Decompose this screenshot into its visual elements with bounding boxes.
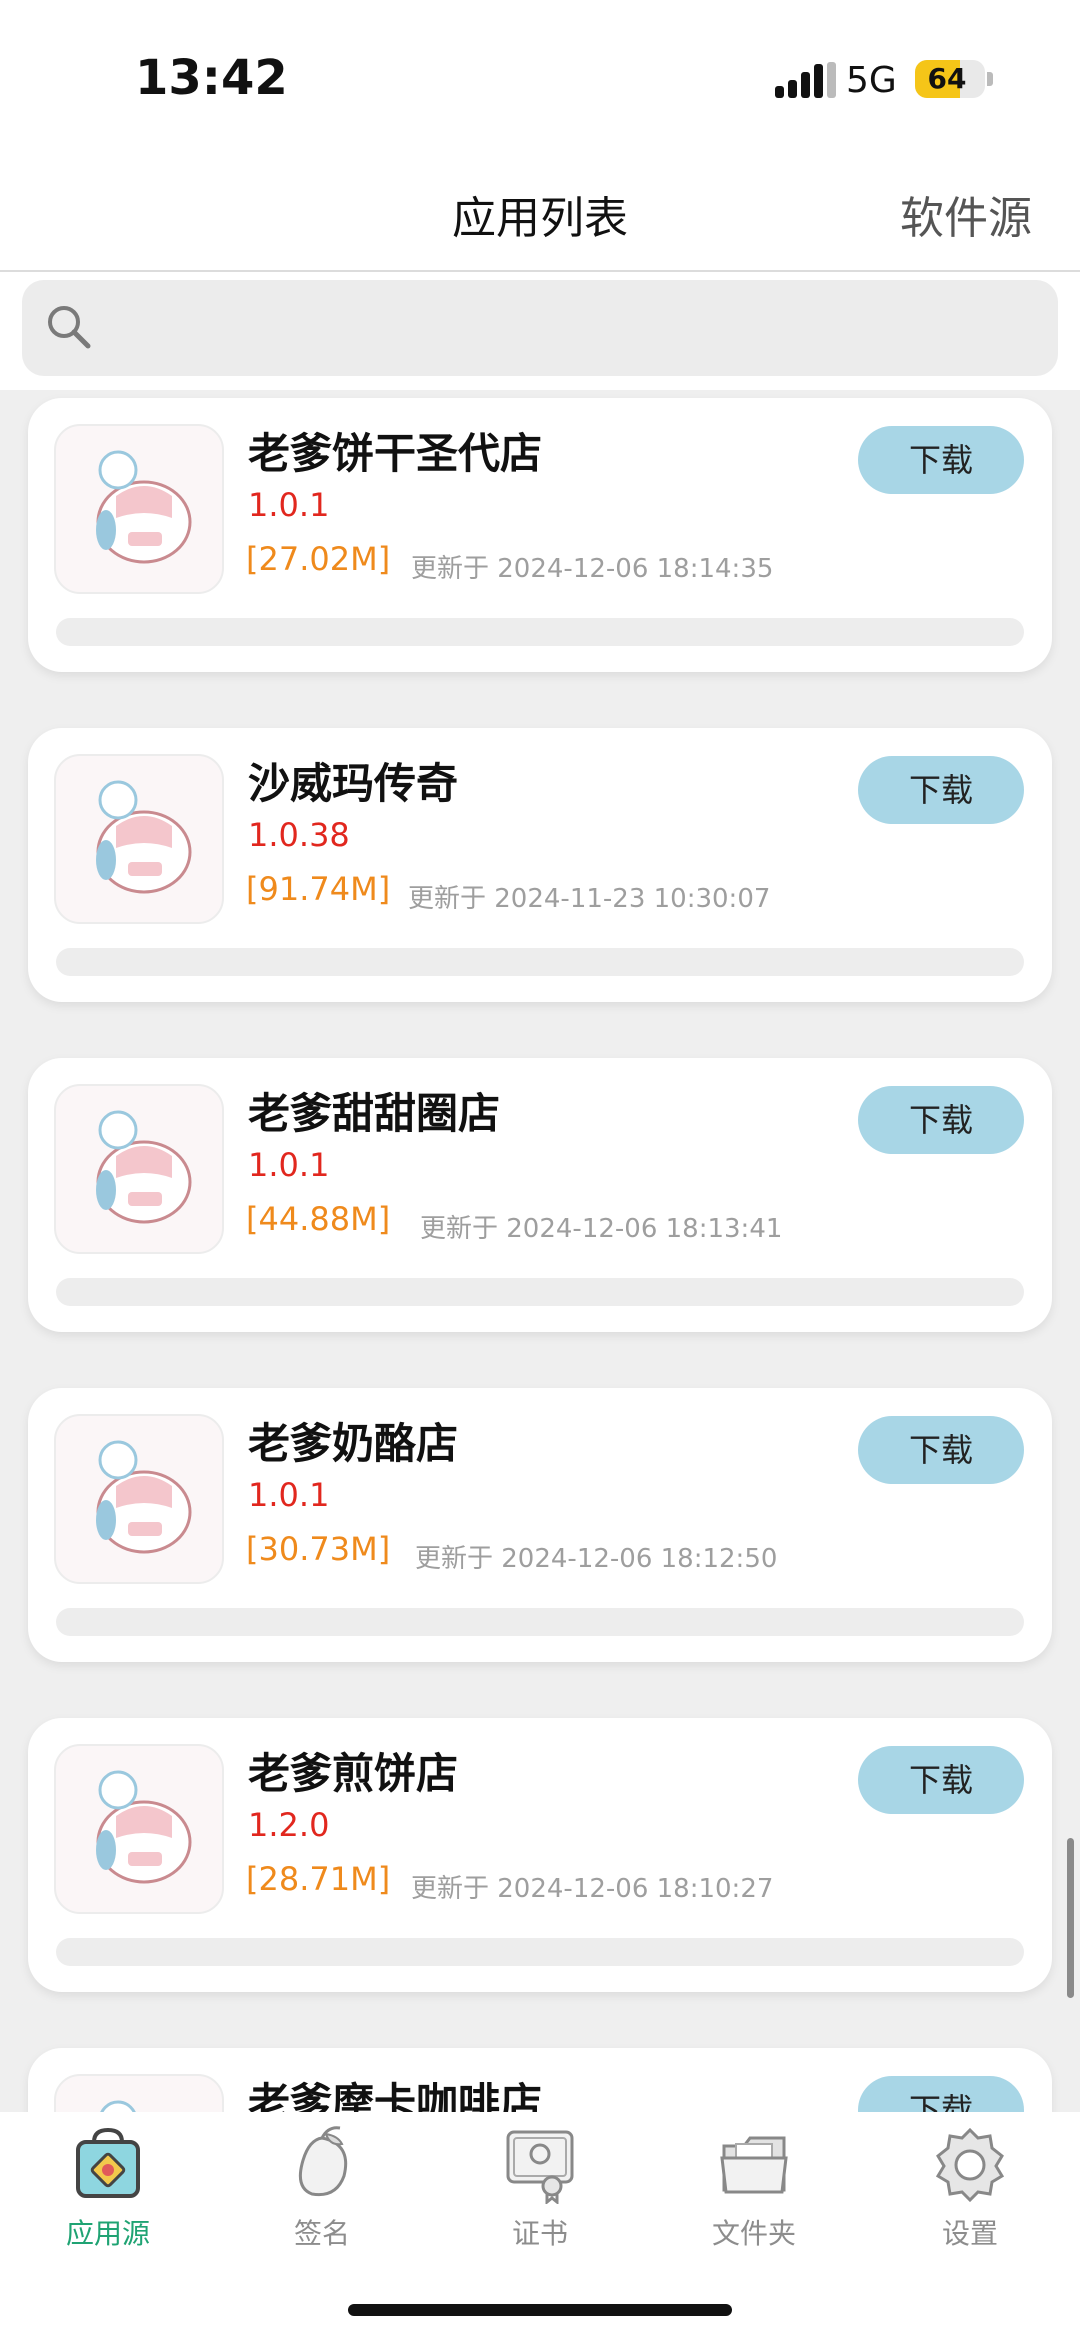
- folder-icon: [720, 2136, 788, 2194]
- download-button[interactable]: 下载: [858, 1086, 1024, 1154]
- app-updated: 更新于 2024-12-06 18:13:41: [420, 1214, 783, 1244]
- app-size: [44.88M]: [246, 1200, 391, 1238]
- app-name: 老爹摩卡咖啡店: [248, 2079, 543, 2112]
- tab-label: 应用源: [65, 2217, 150, 2250]
- signal-icon: [775, 62, 836, 98]
- tab-label: 设置: [941, 2217, 998, 2250]
- download-progress-bar: [56, 618, 1024, 646]
- tab-label: 文件夹: [711, 2217, 796, 2250]
- battery-tip: [987, 72, 993, 86]
- app-card[interactable]: 老爹摩卡咖啡店 下载: [28, 2048, 1052, 2112]
- app-updated: 更新于 2024-11-23 10:30:07: [408, 884, 771, 914]
- app-icon-bear: [54, 2074, 224, 2112]
- search-icon: [48, 306, 91, 349]
- network-type: 5G: [846, 60, 897, 101]
- download-button[interactable]: 下载: [858, 2076, 1024, 2112]
- gear-icon: [935, 2127, 1005, 2203]
- app-version: 1.0.1: [248, 486, 330, 524]
- app-size: [30.73M]: [246, 1530, 391, 1568]
- tab-certificate[interactable]: 证书: [450, 2124, 630, 2274]
- search-bar[interactable]: [22, 280, 1058, 376]
- app-name: 老爹奶酪店: [248, 1419, 459, 1468]
- app-icon-bear: [54, 424, 224, 594]
- tab-app-source[interactable]: 应用源: [18, 2124, 198, 2274]
- app-card[interactable]: 老爹甜甜圈店 1.0.1 [44.88M] 更新于 2024-12-06 18:…: [28, 1058, 1052, 1332]
- search-area: [0, 272, 1080, 390]
- download-progress-bar: [56, 1608, 1024, 1636]
- app-size: [27.02M]: [246, 540, 391, 578]
- app-card[interactable]: 老爹奶酪店 1.0.1 [30.73M] 更新于 2024-12-06 18:1…: [28, 1388, 1052, 1662]
- battery-percent: 64: [927, 62, 967, 95]
- tab-settings[interactable]: 设置: [880, 2124, 1060, 2274]
- tab-label: 证书: [511, 2217, 568, 2250]
- status-time: 13:42: [135, 50, 288, 106]
- nav-header: 应用列表 软件源: [0, 160, 1080, 272]
- battery-icon: 64: [915, 60, 985, 98]
- certificate-icon: [506, 2130, 574, 2204]
- mango-icon: [298, 2126, 348, 2197]
- tab-sign[interactable]: 签名: [232, 2124, 412, 2274]
- store-bag-icon: [76, 2127, 140, 2198]
- scroll-indicator[interactable]: [1067, 1838, 1074, 1998]
- app-icon-bear: [54, 1084, 224, 1254]
- app-updated: 更新于 2024-12-06 18:10:27: [411, 1874, 774, 1904]
- app-icon-bear: [54, 1414, 224, 1584]
- software-source-link[interactable]: 软件源: [900, 182, 1032, 246]
- download-button[interactable]: 下载: [858, 1416, 1024, 1484]
- app-icon-bear: [54, 1744, 224, 1914]
- app-size: [91.74M]: [246, 870, 391, 908]
- app-name: 老爹甜甜圈店: [248, 1089, 501, 1138]
- app-name: 老爹饼干圣代店: [248, 429, 543, 478]
- download-progress-bar: [56, 948, 1024, 976]
- download-button[interactable]: 下载: [858, 1746, 1024, 1814]
- search-input[interactable]: [112, 300, 1016, 358]
- app-card[interactable]: 沙威玛传奇 1.0.38 [91.74M] 更新于 2024-11-23 10:…: [28, 728, 1052, 1002]
- app-icon-bear: [54, 754, 224, 924]
- download-button[interactable]: 下载: [858, 756, 1024, 824]
- app-version: 1.0.38: [248, 816, 350, 854]
- app-card[interactable]: 老爹饼干圣代店 1.0.1 [27.02M] 更新于 2024-12-06 18…: [28, 398, 1052, 672]
- app-version: 1.0.1: [248, 1476, 330, 1514]
- app-name: 老爹煎饼店: [248, 1749, 459, 1798]
- tab-folder[interactable]: 文件夹: [664, 2124, 844, 2274]
- app-size: [28.71M]: [246, 1860, 391, 1898]
- download-button[interactable]: 下载: [858, 426, 1024, 494]
- app-card[interactable]: 老爹煎饼店 1.2.0 [28.71M] 更新于 2024-12-06 18:1…: [28, 1718, 1052, 1992]
- app-version: 1.0.1: [248, 1146, 330, 1184]
- download-progress-bar: [56, 1938, 1024, 1966]
- app-name: 沙威玛传奇: [248, 759, 459, 808]
- home-indicator[interactable]: [348, 2304, 732, 2316]
- app-version: 1.2.0: [248, 1806, 330, 1844]
- app-updated: 更新于 2024-12-06 18:14:35: [411, 554, 774, 584]
- tab-label: 签名: [293, 2217, 350, 2250]
- app-list[interactable]: 老爹饼干圣代店 1.0.1 [27.02M] 更新于 2024-12-06 18…: [0, 390, 1080, 2112]
- download-progress-bar: [56, 1278, 1024, 1306]
- app-updated: 更新于 2024-12-06 18:12:50: [415, 1544, 778, 1574]
- status-bar: 13:42 5G 64: [0, 0, 1080, 160]
